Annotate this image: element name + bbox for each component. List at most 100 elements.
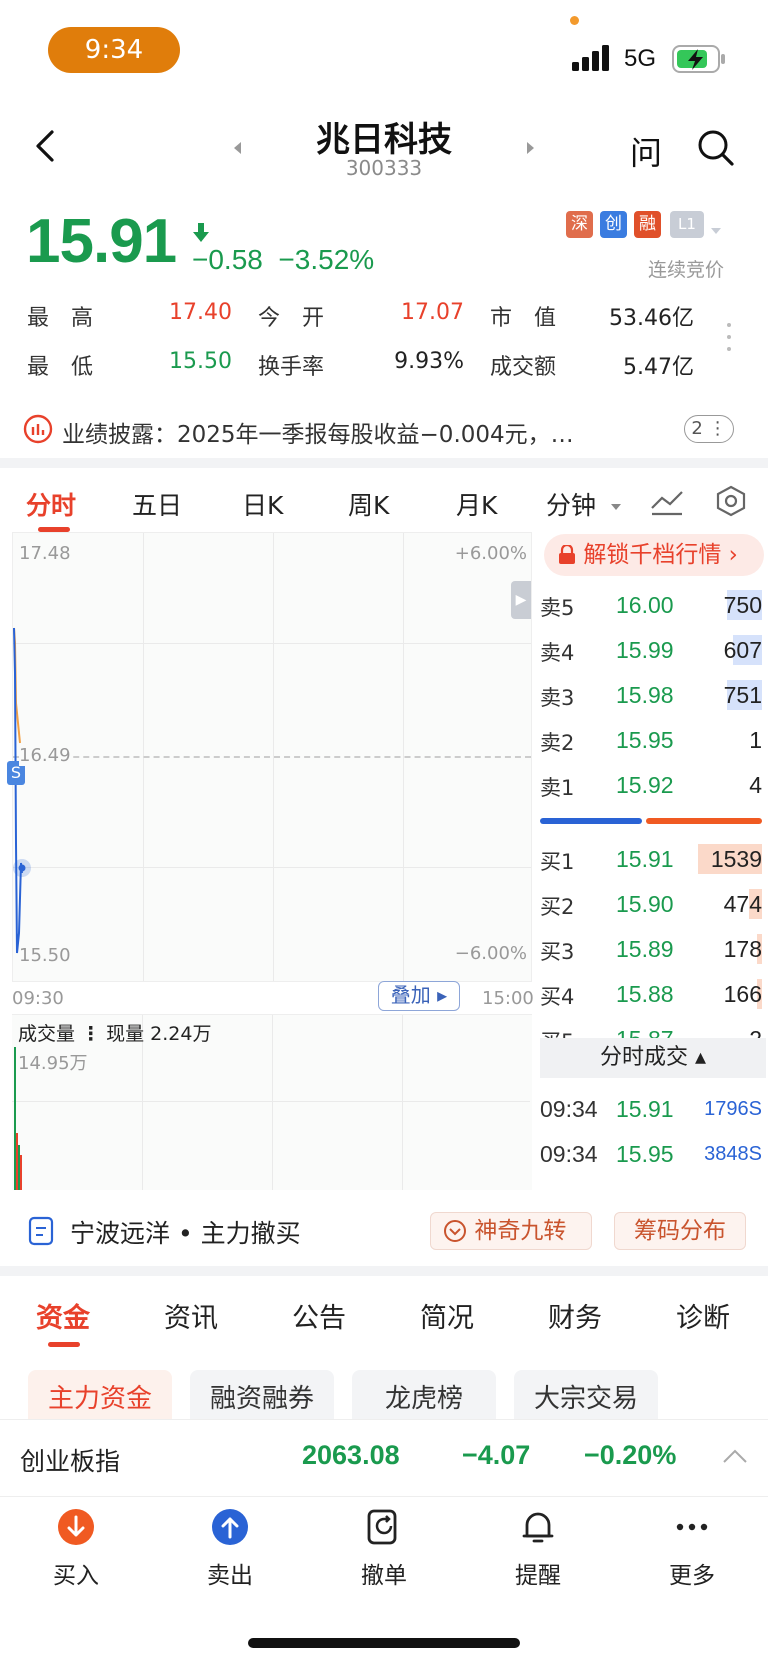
tick-row: 09:34 15.91 1796S (540, 1090, 766, 1130)
level-dropdown-icon[interactable] (710, 220, 722, 239)
section-divider (0, 458, 768, 468)
time-end: 15:00 (482, 988, 534, 1009)
asks-level-label: 卖5 (540, 596, 575, 620)
tab-finance[interactable]: 财务 (548, 1296, 602, 1335)
tab-five-day[interactable]: 五日 (132, 486, 182, 522)
settings-hex-icon[interactable] (714, 484, 748, 522)
nav-alert[interactable]: 提醒 (488, 1508, 588, 1590)
tab-intraday[interactable]: 分时 (26, 486, 76, 522)
stat-label-high: 最 高 (27, 306, 94, 331)
signal-text[interactable]: 宁波远洋 • 主力撤买 (70, 1214, 301, 1250)
lock-icon (559, 543, 575, 564)
chevron-up-icon[interactable] (722, 1448, 748, 1464)
index-ticker-bar[interactable]: 创业板指 2063.08 −4.07 −0.20% (0, 1419, 768, 1497)
sell-icon (211, 1508, 249, 1546)
draw-line-icon[interactable] (650, 486, 684, 520)
stat-label-open: 今 开 (258, 306, 325, 331)
price-change: −0.58 −3.52% (192, 244, 374, 276)
volume-chart[interactable]: 成交量 ⋮ 现量 2.24万 14.95万 (12, 1014, 532, 1191)
chevron-circle-icon (444, 1220, 466, 1242)
tab-news[interactable]: 资讯 (164, 1296, 218, 1335)
asks-level-label: 卖4 (540, 641, 575, 665)
bids-row[interactable]: 买4 15.88 166 (540, 975, 766, 1015)
axis-pct-low: −6.00% (454, 943, 527, 964)
signal-doc-icon (28, 1216, 54, 1250)
bids-price: 15.90 (616, 891, 674, 917)
asks-price: 15.99 (616, 637, 674, 663)
asks-row[interactable]: 卖1 15.92 4 (540, 766, 766, 806)
index-value: 2063.08 (302, 1440, 400, 1470)
asks-qty: 1 (749, 727, 762, 753)
asks-qty: 750 (723, 592, 762, 618)
tab-minute[interactable]: 分钟 (546, 486, 596, 522)
stat-value-amount: 5.47亿 (623, 355, 694, 380)
stat-label-mktcap: 市 值 (490, 306, 557, 331)
time-start: 09:30 (12, 988, 64, 1009)
bids-level-label: 买1 (540, 850, 575, 874)
status-time: 9:34 (48, 27, 180, 73)
asks-qty: 607 (723, 637, 762, 663)
announcement-count-badge[interactable]: 2 ⋮ (684, 415, 734, 443)
tab-funds[interactable]: 资金 (36, 1296, 90, 1335)
tick-volume: 1796S (704, 1098, 762, 1120)
trade-status: 连续竞价 (648, 259, 725, 281)
asks-level-label: 卖1 (540, 776, 575, 800)
announcement-text[interactable]: 业绩披露：2025年一季报每股收益−0.004元，… (62, 415, 652, 449)
asks-price: 15.92 (616, 772, 674, 798)
nav-buy[interactable]: 买入 (26, 1508, 126, 1590)
more-dots-icon (673, 1508, 711, 1546)
tab-profile[interactable]: 简况 (420, 1296, 474, 1335)
asks-row[interactable]: 卖5 16.00 750 (540, 586, 766, 626)
tab-diagnosis[interactable]: 诊断 (676, 1296, 730, 1335)
tab-weekly-k[interactable]: 周K (348, 486, 389, 522)
bids-price: 15.88 (616, 981, 674, 1007)
bids-row[interactable]: 买2 15.90 474 (540, 885, 766, 925)
bids-qty: 474 (723, 891, 762, 917)
ask-button[interactable]: 问 (630, 128, 662, 174)
stat-value-low: 15.50 (169, 349, 232, 374)
unlock-depth-button[interactable]: 解锁千档行情 › (544, 534, 764, 576)
badge-chinext: 创 (600, 211, 627, 238)
asks-qty: 751 (723, 682, 762, 708)
volume-bars (14, 1047, 22, 1191)
asks-row[interactable]: 卖4 15.99 607 (540, 631, 766, 671)
nav-cancel[interactable]: 撤单 (334, 1508, 434, 1590)
axis-price-low: 15.50 (19, 945, 71, 966)
intraday-chart[interactable]: S 17.48 16.49 15.50 +6.00% −6.00% ▶ (7, 532, 532, 982)
more-stats-icon[interactable] (726, 322, 732, 356)
asks-row[interactable]: 卖3 15.98 751 (540, 676, 766, 716)
nav-more[interactable]: 更多 (642, 1508, 742, 1590)
nav-sell[interactable]: 卖出 (180, 1508, 280, 1590)
asks-qty: 4 (749, 772, 762, 798)
index-name: 创业板指 (20, 1447, 121, 1476)
tab-monthly-k[interactable]: 月K (456, 486, 497, 522)
tick-volume: 3848S (704, 1143, 762, 1165)
bids-qty: 178 (723, 936, 762, 962)
asks-level-label: 卖2 (540, 731, 575, 755)
chip-distribution-button[interactable]: 筹码分布 (614, 1212, 746, 1250)
tick-price: 15.95 (616, 1141, 674, 1167)
bids-row[interactable]: 买3 15.89 178 (540, 930, 766, 970)
stat-value-mktcap: 53.46亿 (609, 306, 694, 331)
ticks-header[interactable]: 分时成交 ▴ (540, 1038, 766, 1078)
chart-expand-handle[interactable]: ▶ (511, 581, 531, 619)
tick-row: 09:34 15.95 3848S (540, 1135, 766, 1175)
magic-nine-button[interactable]: 神奇九转 (430, 1212, 592, 1250)
search-icon[interactable] (696, 128, 736, 172)
tab-notices[interactable]: 公告 (292, 1296, 346, 1335)
stat-label-amount: 成交额 (490, 355, 557, 380)
announcement-count: 2 (691, 418, 703, 439)
signal-icon (572, 44, 612, 72)
badge-level1[interactable]: L1 (670, 211, 704, 238)
overlay-button[interactable]: 叠加 ▸ (378, 981, 460, 1011)
minute-dropdown-icon[interactable] (610, 496, 622, 515)
asks-row[interactable]: 卖2 15.95 1 (540, 721, 766, 761)
bids-qty: 166 (723, 981, 762, 1007)
nav-more-label: 更多 (669, 1563, 715, 1589)
battery-icon (672, 44, 728, 74)
bell-icon (519, 1508, 557, 1546)
bids-row[interactable]: 买1 15.91 1539 (540, 840, 766, 880)
tab-daily-k[interactable]: 日K (242, 486, 283, 522)
bids-level-label: 买4 (540, 985, 575, 1009)
nav-buy-label: 买入 (53, 1563, 99, 1589)
